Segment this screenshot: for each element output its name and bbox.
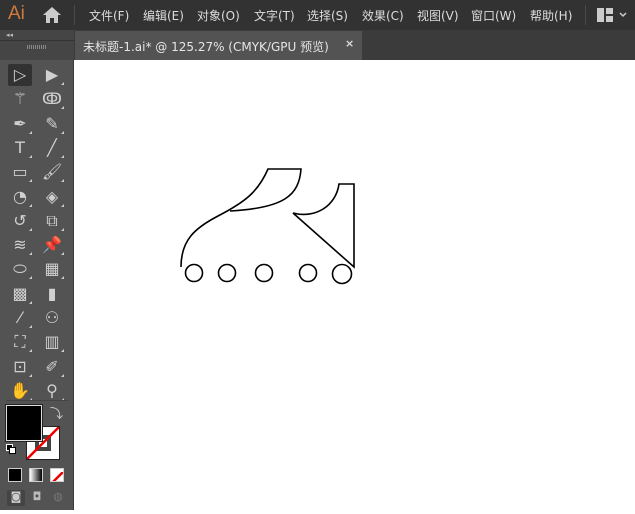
rectangle-tool[interactable]: ▭ xyxy=(8,161,32,183)
swap-fill-stroke-icon[interactable]: ⤵ xyxy=(50,403,63,422)
none-mode-button[interactable] xyxy=(50,468,64,482)
menu-effect[interactable]: 效果(C) xyxy=(362,7,404,24)
draw-normal-icon[interactable]: ◙ xyxy=(7,490,25,506)
symbol-sprayer-tool[interactable]: ⛶ xyxy=(8,331,32,353)
document-tab[interactable]: 未标题-1.ai* @ 125.27% (CMYK/GPU 预览) xyxy=(75,31,362,60)
hand-tool[interactable]: ✋ xyxy=(8,380,32,402)
fill-swatch[interactable] xyxy=(5,404,43,442)
menu-select[interactable]: 选择(S) xyxy=(307,7,348,24)
slice-tool[interactable]: ✐ xyxy=(40,356,64,378)
shoe-drawing xyxy=(180,168,355,285)
shoe-outline xyxy=(180,168,355,269)
toolbar: ▷ ▶ ⚚ ↂ ✒ ✎ T ╱ ▭ 🖌 ◔ ◈ ↺ ⧉ ≋ 📌 ⬭ ▦ ▩ ▮ ⁄ ⚇ ⛶ ▥ ⊡ ✐ ✋ ⚲ ⤵ ◙ ◘ ◍ xyxy=(0,60,74,510)
gradient-tool[interactable]: ▮ xyxy=(40,283,64,305)
wheel xyxy=(254,263,274,283)
draw-behind-icon[interactable]: ◘ xyxy=(28,490,46,506)
workspace-switcher-icon[interactable] xyxy=(597,8,631,22)
mesh-tool[interactable]: ▩ xyxy=(8,283,32,305)
menu-view[interactable]: 视图(V) xyxy=(417,7,459,24)
document-tab-title: 未标题-1.ai* @ 125.27% (CMYK/GPU 预览) xyxy=(83,40,329,54)
default-colors-icon[interactable] xyxy=(6,444,16,454)
shaper-tool[interactable]: ◔ xyxy=(8,186,32,208)
artboard-canvas[interactable] xyxy=(75,60,635,510)
menu-file[interactable]: 文件(F) xyxy=(89,7,129,24)
gradient-mode-button[interactable] xyxy=(29,468,43,482)
wheel xyxy=(184,263,204,283)
selection-tool[interactable]: ▷ xyxy=(8,64,32,86)
eyedropper-tool[interactable]: ⁄ xyxy=(8,307,32,329)
free-transform-tool[interactable]: ⬭ xyxy=(8,258,32,280)
menu-help[interactable]: 帮助(H) xyxy=(530,7,572,24)
type-tool[interactable]: T xyxy=(8,137,32,159)
wheel xyxy=(331,263,353,285)
menu-edit[interactable]: 编辑(E) xyxy=(143,7,184,24)
zoom-tool[interactable]: ⚲ xyxy=(40,380,64,402)
home-icon[interactable] xyxy=(42,6,62,24)
artboard-tool[interactable]: ⊡ xyxy=(8,356,32,378)
wheel xyxy=(298,263,318,283)
color-mode-button[interactable] xyxy=(8,468,22,482)
puppet-warp-tool[interactable]: 📌 xyxy=(40,234,64,256)
toolbar-header[interactable]: ◂◂ xyxy=(0,30,74,60)
column-graph-tool[interactable]: ▥ xyxy=(40,331,64,353)
rotate-tool[interactable]: ↺ xyxy=(8,210,32,232)
menu-type[interactable]: 文字(T) xyxy=(254,7,295,24)
menu-window[interactable]: 窗口(W) xyxy=(471,7,516,24)
paintbrush-tool[interactable]: 🖌 xyxy=(40,161,64,183)
curvature-tool[interactable]: ✎ xyxy=(40,113,64,135)
eraser-tool[interactable]: ◈ xyxy=(40,186,64,208)
app-logo: Ai xyxy=(8,3,25,24)
magic-wand-tool[interactable]: ⚚ xyxy=(8,88,32,110)
close-tab-icon[interactable]: × xyxy=(345,37,354,50)
menu-bar: Ai 文件(F) 编辑(E) 对象(O) 文字(T) 选择(S) 效果(C) 视… xyxy=(0,0,635,30)
direct-selection-tool[interactable]: ▶ xyxy=(40,64,64,86)
lasso-tool[interactable]: ↂ xyxy=(40,88,64,110)
menu-object[interactable]: 对象(O) xyxy=(197,7,240,24)
blend-tool[interactable]: ⚇ xyxy=(40,307,64,329)
scale-tool[interactable]: ⧉ xyxy=(40,210,64,232)
wheel xyxy=(217,263,237,283)
warp-tool[interactable]: ≋ xyxy=(8,234,32,256)
line-segment-tool[interactable]: ╱ xyxy=(40,137,64,159)
collapse-icon[interactable]: ◂◂ xyxy=(6,31,13,39)
draw-inside-icon[interactable]: ◍ xyxy=(49,490,67,506)
pen-tool[interactable]: ✒ xyxy=(8,113,32,135)
perspective-grid-tool[interactable]: ▦ xyxy=(40,258,64,280)
drag-handle-icon[interactable] xyxy=(27,45,46,49)
